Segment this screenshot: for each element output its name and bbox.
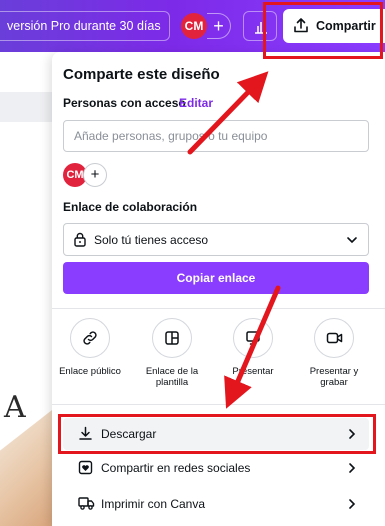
share-button[interactable]: Compartir	[283, 9, 385, 43]
top-toolbar: versión Pro durante 30 días CM + Compart…	[0, 0, 385, 52]
option-circle	[314, 318, 354, 358]
divider	[52, 308, 385, 309]
chevron-right-icon	[349, 463, 356, 473]
add-people-input[interactable]: Añade personas, grupos o tu equipo	[63, 120, 369, 152]
people-access-label: Personas con acceso	[63, 96, 186, 110]
present-record-option[interactable]: Presentar y grabar	[301, 318, 367, 388]
option-circle	[152, 318, 192, 358]
add-collaborator-button[interactable]: +	[207, 13, 231, 39]
divider	[52, 404, 385, 405]
present-option[interactable]: Presentar	[220, 318, 286, 377]
truck-icon	[78, 497, 95, 510]
download-icon	[79, 426, 92, 440]
link-icon	[83, 331, 97, 345]
pro-trial-button[interactable]: versión Pro durante 30 días	[0, 11, 170, 41]
lock-icon	[74, 232, 86, 247]
row-label: Compartir en redes sociales	[101, 461, 251, 475]
record-icon	[326, 332, 342, 344]
insights-button[interactable]	[243, 11, 277, 41]
option-label: Enlace de la plantilla	[145, 366, 199, 388]
copy-link-button[interactable]: Copiar enlace	[63, 262, 369, 294]
user-avatar[interactable]: CM	[181, 13, 207, 39]
access-value: Solo tú tienes acceso	[94, 233, 209, 247]
present-icon	[246, 331, 260, 345]
option-circle	[70, 318, 110, 358]
template-link-option[interactable]: Enlace de la plantilla	[139, 318, 205, 388]
canvas-band	[0, 92, 52, 122]
option-label: Enlace público	[59, 366, 121, 377]
panel-title: Comparte este diseño	[63, 66, 220, 83]
option-circle	[233, 318, 273, 358]
row-label: Descargar	[101, 427, 157, 441]
print-canva-row[interactable]: Imprimir con Canva	[63, 488, 369, 520]
heart-icon	[78, 460, 93, 475]
download-row[interactable]: Descargar	[63, 418, 369, 450]
access-dropdown[interactable]: Solo tú tienes acceso	[63, 223, 369, 256]
chevron-right-icon	[349, 499, 356, 509]
edit-access-link[interactable]: Editar	[179, 96, 213, 110]
chevron-down-icon	[347, 237, 357, 244]
row-label: Imprimir con Canva	[101, 497, 206, 511]
share-button-label: Compartir	[316, 19, 376, 33]
option-label: Presentar	[232, 366, 274, 377]
option-label: Presentar y grabar	[309, 366, 359, 388]
chevron-right-icon	[349, 429, 356, 439]
bar-chart-icon	[255, 22, 267, 34]
social-share-row[interactable]: Compartir en redes sociales	[63, 452, 369, 484]
canvas-text: A	[4, 390, 26, 425]
share-panel: Comparte este diseño Personas con acceso…	[52, 52, 385, 526]
public-link-option[interactable]: Enlace público	[57, 318, 123, 377]
template-icon	[165, 331, 179, 345]
add-collaborator-small-button[interactable]: +	[83, 163, 107, 187]
share-upload-icon	[294, 18, 308, 33]
collab-link-label: Enlace de colaboración	[63, 200, 198, 214]
